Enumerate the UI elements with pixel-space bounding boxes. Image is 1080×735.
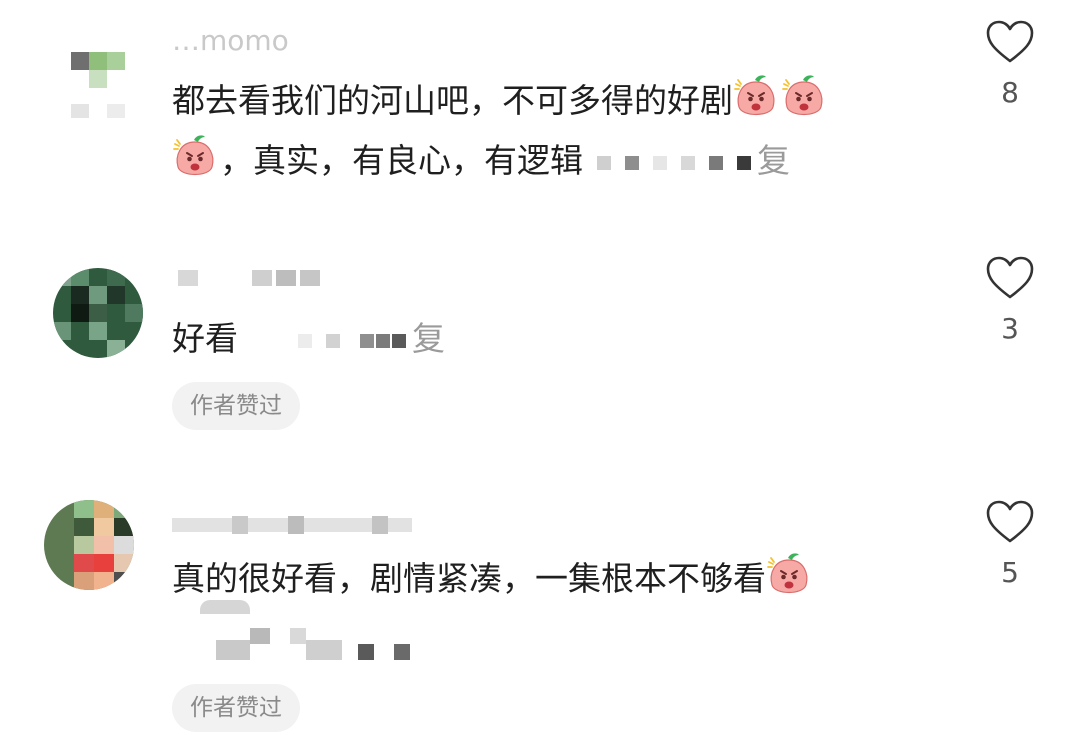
username-text: …momo (172, 24, 289, 57)
redacted-block (653, 155, 667, 170)
avatar-mosaic-cell (89, 52, 107, 70)
avatar-mosaic-cell (74, 500, 94, 518)
comment-text-body: 好看 (172, 319, 238, 358)
comment-text-line2: ，真实，有良心，有逻辑 (220, 141, 583, 180)
angry-peach-emoji-icon (766, 552, 812, 598)
avatar-mosaic-cell (71, 104, 89, 118)
avatar-mosaic-cell (94, 572, 114, 590)
avatar-mosaic-cell (89, 286, 107, 304)
redacted-reply-area (180, 598, 420, 668)
redacted-block (298, 333, 312, 348)
angry-peach-emoji-icon (781, 74, 827, 120)
heart-outline-icon[interactable] (986, 20, 1034, 64)
avatar-mosaic-cell (71, 286, 89, 304)
redacted-block (681, 155, 695, 170)
redacted-block (216, 640, 250, 660)
comment-text[interactable]: 好看 复 (172, 310, 445, 368)
avatar-mosaic-cell (71, 304, 89, 322)
redacted-block (200, 600, 250, 614)
avatar[interactable] (53, 268, 143, 358)
avatar[interactable] (55, 28, 145, 118)
avatar-mosaic-cell (74, 518, 94, 536)
avatar-mosaic-cell (107, 52, 125, 70)
like-column: 8 (978, 20, 1042, 110)
reply-link[interactable]: 复 (757, 141, 790, 180)
avatar-mosaic-cell (71, 268, 89, 286)
avatar-mosaic-cell (125, 304, 143, 322)
avatar-mosaic-cell (107, 286, 125, 304)
avatar-mosaic-cell (74, 536, 94, 554)
redacted-username-block (288, 516, 304, 534)
username[interactable] (172, 506, 432, 540)
redacted-username-block (372, 516, 388, 534)
redacted-block (392, 333, 406, 348)
comment-text[interactable]: ，真实，有良心，有逻辑 复 (172, 132, 790, 190)
redacted-username-block (178, 270, 198, 286)
comment-text-line1: 都去看我们的河山吧，不可多得的好剧 (172, 81, 733, 120)
redacted-block (625, 155, 639, 170)
like-column: 5 (978, 500, 1042, 590)
avatar-mosaic-cell (53, 268, 71, 286)
like-count: 8 (1001, 76, 1019, 109)
redacted-block (597, 155, 611, 170)
like-column: 3 (978, 256, 1042, 346)
redacted-block (358, 644, 374, 660)
redacted-username-block (232, 516, 248, 534)
avatar-mosaic-cell (71, 52, 89, 70)
author-liked-badge: 作者赞过 (172, 684, 300, 732)
comment-text[interactable]: 都去看我们的河山吧，不可多得的好剧 (172, 72, 829, 130)
angry-peach-emoji-icon (733, 74, 779, 120)
username[interactable]: …momo (172, 24, 432, 58)
avatar-mosaic-cell (89, 70, 107, 88)
redacted-block (290, 628, 306, 644)
avatar-mosaic-cell (107, 104, 125, 118)
avatar-mosaic-cell (114, 536, 134, 554)
redacted-block (360, 333, 374, 348)
like-count: 5 (1001, 556, 1019, 589)
redacted-block (709, 155, 723, 170)
avatar-mosaic-cell (94, 536, 114, 554)
redacted-username-block (276, 270, 296, 286)
redacted-block (394, 644, 410, 660)
username[interactable] (172, 264, 432, 298)
avatar-mosaic-cell (74, 572, 94, 590)
redacted-block (326, 333, 340, 348)
heart-outline-icon[interactable] (986, 256, 1034, 300)
redacted-block (737, 155, 751, 170)
avatar-mosaic-cell (107, 268, 125, 286)
avatar-mosaic-cell (114, 554, 134, 572)
heart-outline-icon[interactable] (986, 500, 1034, 544)
avatar-mosaic-cell (114, 518, 134, 536)
avatar-mosaic-cell (107, 340, 125, 358)
reply-link[interactable]: 复 (412, 319, 445, 358)
like-count: 3 (1001, 312, 1019, 345)
comment-text-body: 真的很好看，剧情紧凑，一集根本不够看 (172, 559, 766, 598)
redacted-block (250, 628, 270, 644)
avatar-mosaic-cell (94, 518, 114, 536)
redacted-block (306, 640, 342, 660)
avatar-mosaic-cell (89, 304, 107, 322)
redacted-block (376, 333, 390, 348)
avatar-mosaic-cell (89, 322, 107, 340)
author-liked-badge: 作者赞过 (172, 382, 300, 430)
avatar-mosaic-cell (94, 500, 114, 518)
avatar-mosaic-cell (94, 554, 114, 572)
avatar-mosaic-cell (53, 322, 71, 340)
avatar-mosaic-cell (74, 554, 94, 572)
redacted-username-block (300, 270, 320, 286)
avatar[interactable] (44, 500, 134, 590)
avatar-mosaic-cell (114, 500, 134, 518)
angry-peach-emoji-icon (172, 134, 218, 180)
avatar-mosaic-cell (114, 572, 134, 590)
redacted-username-block (252, 270, 272, 286)
